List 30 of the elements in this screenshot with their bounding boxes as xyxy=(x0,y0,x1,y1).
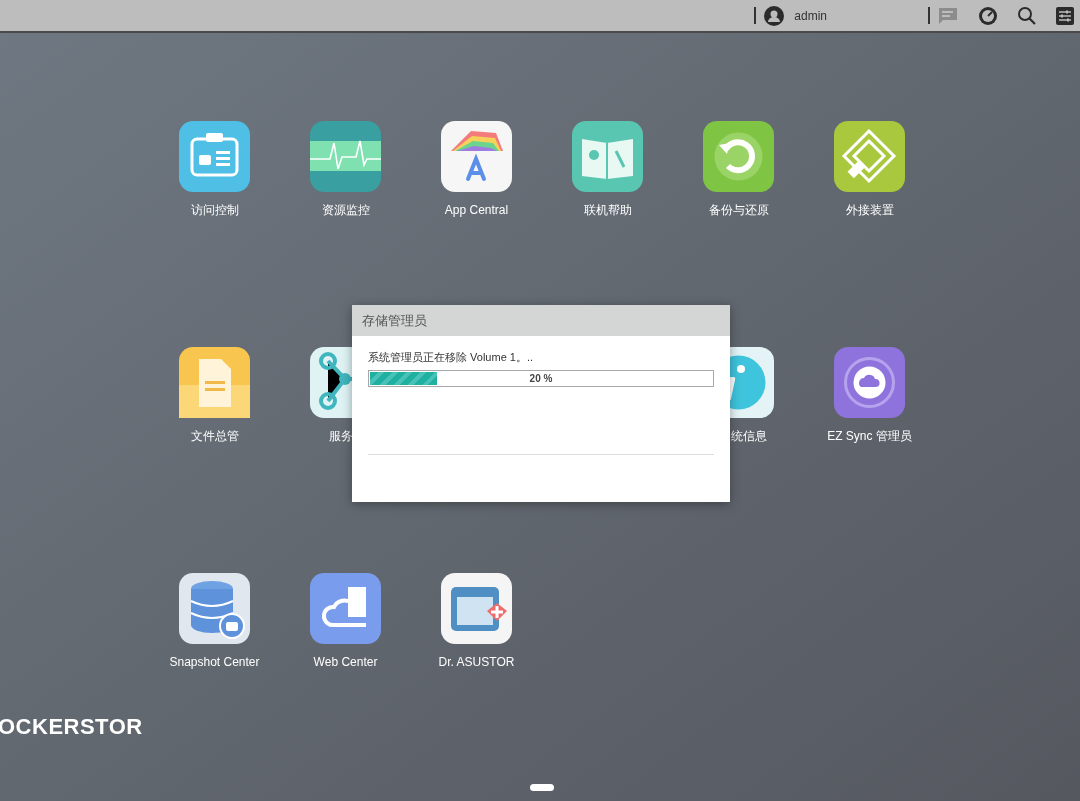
app-label: Snapshot Center xyxy=(169,654,260,670)
app-label: EZ Sync 管理员 xyxy=(827,428,912,444)
gauge-icon[interactable] xyxy=(978,5,998,26)
id-badge-icon[interactable] xyxy=(179,121,250,192)
app-label: 服务 xyxy=(329,428,353,444)
usb-drive-icon[interactable] xyxy=(834,121,905,192)
status-message: 系统管理员正在移除 Volume 1。.. xyxy=(368,350,535,364)
user-avatar-icon[interactable] xyxy=(764,5,785,26)
app-label: Dr. ASUSTOR xyxy=(438,654,515,670)
heartbeat-icon[interactable] xyxy=(310,121,381,192)
user-name[interactable]: admin xyxy=(794,6,827,25)
rainbow-icon[interactable] xyxy=(441,121,512,192)
cloud-sync-icon[interactable] xyxy=(834,347,905,418)
app-label: 统信息 xyxy=(731,428,767,444)
app-label: 备份与还原 xyxy=(708,202,769,218)
dialog-title: 存储管理员 xyxy=(362,311,427,330)
app-label: App Central xyxy=(444,202,509,218)
app-label: 联机帮助 xyxy=(583,202,632,218)
app-label: 外接装置 xyxy=(845,202,894,218)
app-label: 访问控制 xyxy=(190,202,239,218)
database-camera-icon[interactable] xyxy=(179,573,250,644)
page-indicator[interactable] xyxy=(530,784,554,791)
app-label: 文件总管 xyxy=(190,428,239,444)
cloud-server-icon[interactable] xyxy=(310,573,381,644)
book-icon[interactable] xyxy=(572,121,643,192)
progress-reading: 20 % xyxy=(528,372,554,386)
search-icon[interactable] xyxy=(1017,6,1036,25)
app-label: Web Center xyxy=(313,654,378,670)
app-label: 资源监控 xyxy=(321,202,370,218)
settings-icon[interactable] xyxy=(1056,6,1074,25)
